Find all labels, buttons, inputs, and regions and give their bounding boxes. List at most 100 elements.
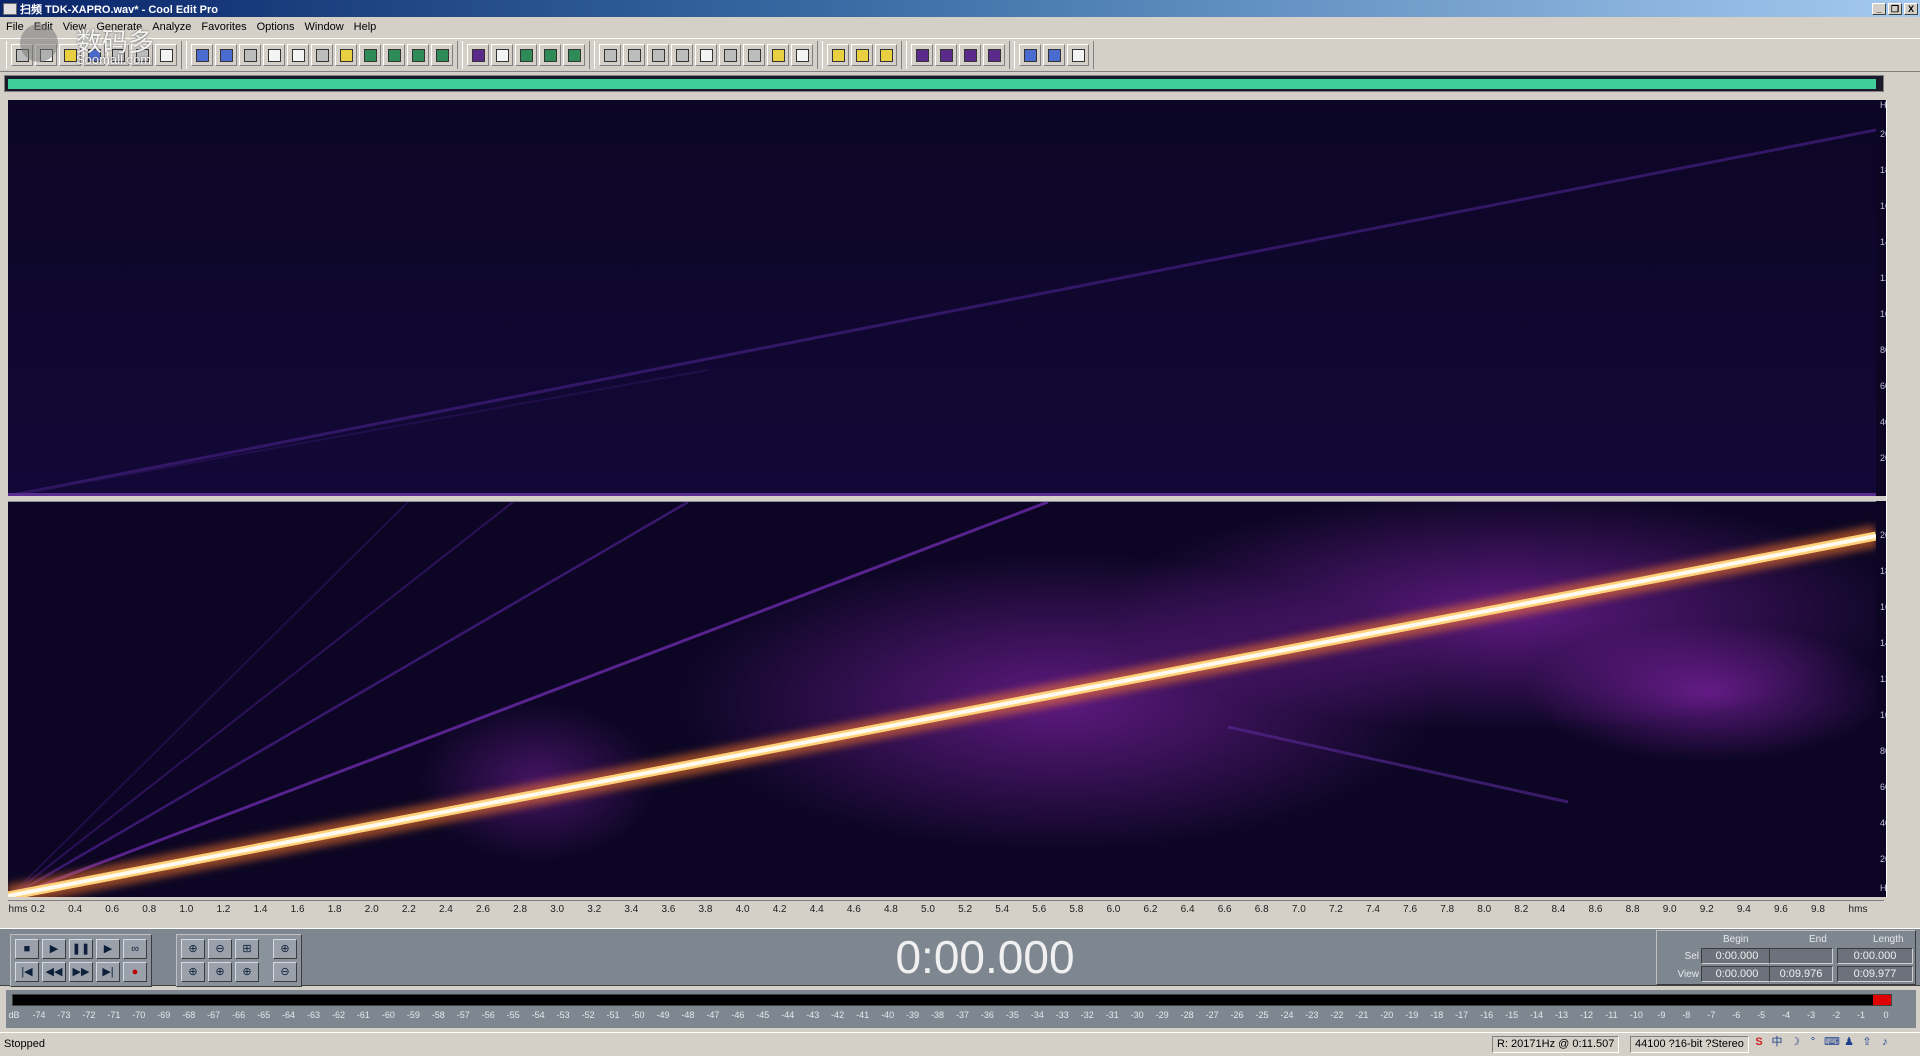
zoom-vertical-in-icon[interactable]: ⊕ bbox=[273, 939, 297, 959]
mix-paste-button[interactable] bbox=[383, 44, 405, 66]
sel-begin-field[interactable]: 0:00.000 bbox=[1701, 948, 1773, 964]
view-length-field[interactable]: 0:09.977 bbox=[1837, 966, 1913, 982]
overview-range[interactable] bbox=[8, 79, 1876, 89]
upload-icon[interactable]: ⇧ bbox=[1860, 1035, 1874, 1049]
time-tick: 8.8 bbox=[1625, 904, 1640, 915]
properties-button[interactable] bbox=[155, 44, 177, 66]
copy-button[interactable] bbox=[263, 44, 285, 66]
menu-window[interactable]: Window bbox=[303, 21, 352, 33]
spectral-left-channel[interactable] bbox=[8, 100, 1876, 496]
ime-chinese-icon[interactable]: 中 bbox=[1770, 1035, 1784, 1049]
cue-list-button[interactable] bbox=[599, 44, 621, 66]
frequency-analysis-button[interactable] bbox=[1019, 44, 1041, 66]
close-file-button[interactable] bbox=[131, 44, 153, 66]
spectral-right-channel[interactable] bbox=[8, 501, 1876, 897]
level-meter: dB -74 -73 -72 -71 -70 -69 -68 -67 -66 -65 -64 -63 -6… bbox=[6, 990, 1916, 1028]
open-button[interactable] bbox=[59, 44, 81, 66]
redo-button[interactable] bbox=[215, 44, 237, 66]
keyboard-icon[interactable]: ⌨ bbox=[1824, 1035, 1840, 1049]
help-button[interactable] bbox=[875, 44, 897, 66]
spectral-view-button[interactable] bbox=[467, 44, 489, 66]
find-button[interactable] bbox=[695, 44, 717, 66]
new-button[interactable] bbox=[35, 44, 57, 66]
vertical-scrollbar[interactable] bbox=[1886, 100, 1916, 897]
info-button[interactable] bbox=[647, 44, 669, 66]
snap-frames-button[interactable] bbox=[563, 44, 585, 66]
sel-end-field[interactable] bbox=[1769, 948, 1833, 964]
counter-button[interactable] bbox=[743, 44, 765, 66]
zoom-in-icon[interactable]: ⊕ bbox=[181, 939, 205, 959]
menu-help[interactable]: Help bbox=[352, 21, 385, 33]
pause-button[interactable]: ❚❚ bbox=[69, 939, 93, 959]
record-button[interactable]: ● bbox=[123, 962, 147, 982]
scripts-button[interactable] bbox=[851, 44, 873, 66]
time-tick: 1.6 bbox=[290, 904, 305, 915]
minimize-button[interactable]: _ bbox=[1872, 2, 1886, 15]
meter-button[interactable] bbox=[767, 44, 789, 66]
overview-bar[interactable] bbox=[4, 75, 1884, 92]
sel-length-field[interactable]: 0:00.000 bbox=[1837, 948, 1913, 964]
db-tick: -53 bbox=[556, 1010, 570, 1020]
paste-button[interactable] bbox=[335, 44, 357, 66]
loop-paste-button[interactable] bbox=[431, 44, 453, 66]
full-view-button[interactable] bbox=[1067, 44, 1089, 66]
effect-3-button[interactable] bbox=[959, 44, 981, 66]
restore-button[interactable]: ❐ bbox=[1888, 2, 1902, 15]
view-begin-field[interactable]: 0:00.000 bbox=[1701, 966, 1773, 982]
zoom-left-icon[interactable]: ⊕ bbox=[181, 962, 205, 982]
waveform-view-button[interactable] bbox=[491, 44, 513, 66]
selection-view-panel: Begin End Length Sel 0:00.000 0:00.000 V… bbox=[1656, 930, 1916, 985]
fast-forward-button[interactable]: ▶▶ bbox=[69, 962, 93, 982]
menu-edit[interactable]: Edit bbox=[32, 21, 61, 33]
ime-moon-icon[interactable]: ☽ bbox=[1788, 1035, 1802, 1049]
effect-1-button[interactable] bbox=[911, 44, 933, 66]
cut-button[interactable] bbox=[311, 44, 333, 66]
repeat-button[interactable] bbox=[239, 44, 261, 66]
rewind-button[interactable]: ◀◀ bbox=[42, 962, 66, 982]
play-button[interactable]: ▶ bbox=[42, 939, 66, 959]
zoom-right-icon[interactable]: ⊕ bbox=[235, 962, 259, 982]
go-to-end-button[interactable]: ▶| bbox=[96, 962, 120, 982]
menu-view[interactable]: View bbox=[61, 21, 95, 33]
view-end-field[interactable]: 0:09.976 bbox=[1769, 966, 1833, 982]
menu-options[interactable]: Options bbox=[255, 21, 303, 33]
copy-new-button[interactable] bbox=[287, 44, 309, 66]
menu-favorites[interactable]: Favorites bbox=[199, 21, 254, 33]
save-as-button[interactable] bbox=[107, 44, 129, 66]
go-to-start-button[interactable]: |◀ bbox=[15, 962, 39, 982]
menu-file[interactable]: File bbox=[4, 21, 32, 33]
timing-button[interactable] bbox=[719, 44, 741, 66]
blank-button[interactable] bbox=[791, 44, 813, 66]
menu-generate[interactable]: Generate bbox=[94, 21, 150, 33]
menu-analyze[interactable]: Analyze bbox=[150, 21, 199, 33]
effect-4-button[interactable] bbox=[983, 44, 1005, 66]
close-button[interactable]: X bbox=[1904, 2, 1918, 15]
settings-button[interactable] bbox=[827, 44, 849, 66]
undo-button[interactable] bbox=[191, 44, 213, 66]
zoom-selection-icon[interactable]: ⊕ bbox=[208, 962, 232, 982]
snap-grid-button[interactable] bbox=[515, 44, 537, 66]
paste-new-button[interactable] bbox=[359, 44, 381, 66]
zoom-full-icon[interactable]: ⊞ bbox=[235, 939, 259, 959]
zoom-out-icon[interactable]: ⊖ bbox=[208, 939, 232, 959]
trim-button[interactable] bbox=[407, 44, 429, 66]
stop-button[interactable]: ■ bbox=[15, 939, 39, 959]
playlist-button[interactable] bbox=[623, 44, 645, 66]
multitrack-toggle-button[interactable] bbox=[11, 44, 33, 66]
time-ruler[interactable]: hms hms 0.2 0.4 0.6 0.8 1.0 1.2 1.4 1.6 1.8 2.0 2.… bbox=[8, 900, 1884, 920]
main-toolbar bbox=[0, 38, 1920, 72]
play-to-end-button[interactable]: ▶ bbox=[96, 939, 120, 959]
ime-punct-icon[interactable]: ° bbox=[1806, 1035, 1820, 1049]
save-button[interactable] bbox=[83, 44, 105, 66]
ime-logo-icon[interactable]: S bbox=[1752, 1035, 1766, 1049]
snap-markers-button[interactable] bbox=[539, 44, 561, 66]
zoom-vertical-out-icon[interactable]: ⊖ bbox=[273, 962, 297, 982]
preview-button[interactable] bbox=[671, 44, 693, 66]
time-tick: 5.0 bbox=[921, 904, 935, 915]
user-icon[interactable]: ♟ bbox=[1842, 1035, 1856, 1049]
effect-2-button[interactable] bbox=[935, 44, 957, 66]
time-tick: 5.8 bbox=[1069, 904, 1084, 915]
tool-icon[interactable]: ♪ bbox=[1878, 1035, 1892, 1049]
statistics-button[interactable] bbox=[1043, 44, 1065, 66]
loop-button[interactable]: ∞ bbox=[123, 939, 147, 959]
